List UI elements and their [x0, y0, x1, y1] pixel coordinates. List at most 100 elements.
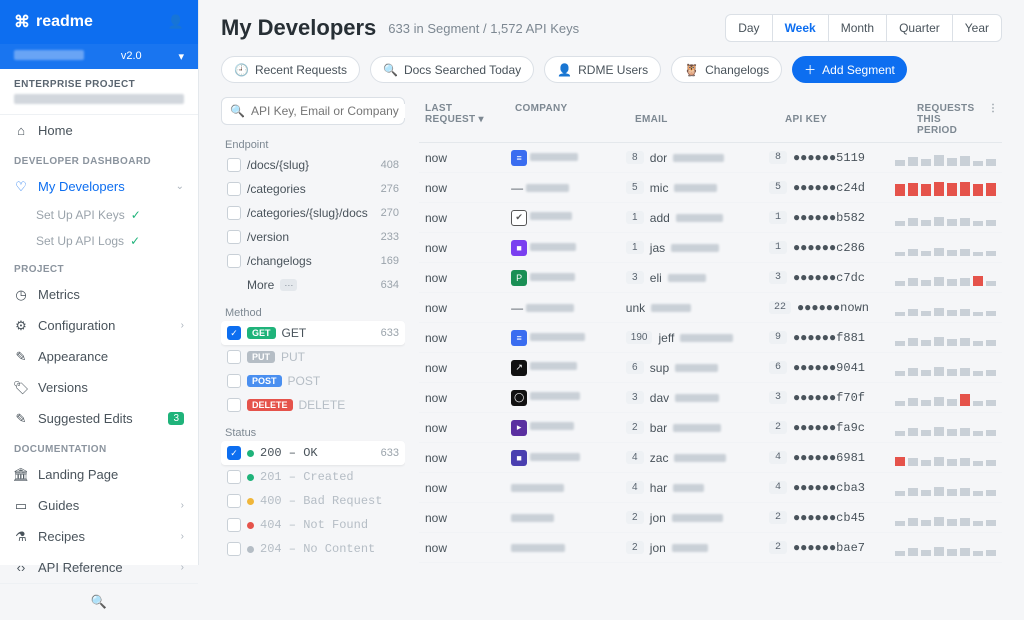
table-row[interactable]: now ■ 4zac 4●●●●●●6981 — [419, 443, 1002, 473]
nav-sub-api-logs[interactable]: Set Up API Logs✓ — [0, 228, 198, 254]
cell-last: now — [419, 421, 505, 435]
cell-apikey: 2●●●●●●fa9c — [763, 421, 889, 435]
col-email[interactable]: EMAIL — [629, 103, 779, 136]
col-requests[interactable]: REQUESTS THIS PERIOD — [911, 103, 982, 136]
cell-email: 2bar — [620, 421, 763, 435]
table-row[interactable]: now 2jon 2●●●●●●bae7 — [419, 533, 1002, 563]
sparkline — [895, 270, 996, 286]
table-row[interactable]: now ◯ 3dav 3●●●●●●f70f — [419, 383, 1002, 413]
nav-suggested-edits[interactable]: ✎Suggested Edits3 — [0, 403, 198, 434]
filter-row[interactable]: More ··· — [221, 561, 405, 565]
sidebar-search[interactable]: 🔍 — [0, 583, 198, 620]
filter-row[interactable]: /changelogs169 — [221, 249, 405, 273]
cell-email: 190jeff — [620, 331, 763, 345]
checkbox[interactable] — [227, 158, 241, 172]
table-row[interactable]: now ✔ 1add 1●●●●●●b582 — [419, 203, 1002, 233]
nav-guides[interactable]: ▭Guides› — [0, 490, 198, 521]
cell-requests — [889, 420, 1002, 436]
filter-row[interactable]: ✓200 – OK633 — [221, 441, 405, 465]
filter-row[interactable]: /version233 — [221, 225, 405, 249]
table-row[interactable]: now 4har 4●●●●●●cba3 — [419, 473, 1002, 503]
table-row[interactable]: now P 3eli 3●●●●●●c7dc — [419, 263, 1002, 293]
checkbox[interactable] — [227, 470, 241, 484]
project-name-blur — [14, 94, 184, 104]
search-input[interactable] — [251, 104, 405, 118]
cell-apikey: 5●●●●●●c24d — [763, 181, 889, 195]
table-row[interactable]: now — unk 22●●●●●●nown — [419, 293, 1002, 323]
checkbox[interactable] — [227, 542, 241, 556]
filter-row[interactable]: /categories/{slug}/docs270 — [221, 201, 405, 225]
chip-docs-searched-today[interactable]: 🔍Docs Searched Today — [370, 56, 534, 83]
time-quarter[interactable]: Quarter — [887, 15, 953, 41]
cell-email: 8dor — [620, 151, 763, 165]
cell-company: ≡ — [505, 330, 620, 346]
sparkline — [895, 360, 996, 376]
cell-email: unk — [620, 301, 763, 315]
table-row[interactable]: now ■ 1jas 1●●●●●●c286 — [419, 233, 1002, 263]
chip-changelogs[interactable]: 🦉Changelogs — [671, 56, 782, 83]
nav-configuration[interactable]: ⚙Configuration› — [0, 310, 198, 341]
project-block[interactable]: ENTERPRISE PROJECT — [0, 69, 198, 115]
chip-rdme-users[interactable]: 👤RDME Users — [544, 56, 661, 83]
nav-sub-api-keys[interactable]: Set Up API Keys✓ — [0, 202, 198, 228]
building-icon: 🏛 — [14, 468, 28, 482]
table-row[interactable]: now — 5mic 5●●●●●●c24d — [419, 173, 1002, 203]
search-box[interactable]: 🔍 — [221, 97, 405, 125]
filter-row[interactable]: POSTPOST — [221, 369, 405, 393]
nav-recipes[interactable]: ⚗Recipes› — [0, 521, 198, 552]
checkbox[interactable] — [227, 254, 241, 268]
filter-row[interactable]: 204 – No Content — [221, 537, 405, 561]
version-bar[interactable]: v2.0 ▾ — [0, 44, 198, 69]
filter-row[interactable]: PUTPUT — [221, 345, 405, 369]
time-week[interactable]: Week — [773, 15, 829, 41]
checkbox[interactable] — [227, 494, 241, 508]
cell-requests — [889, 360, 1002, 376]
filter-row[interactable]: /docs/{slug}408 — [221, 153, 405, 177]
checkbox[interactable] — [227, 374, 241, 388]
col-menu[interactable]: ⋮ — [982, 103, 1002, 136]
nav-my-developers[interactable]: ♡My Developers⌄ — [0, 171, 198, 202]
nav-metrics[interactable]: ◷Metrics — [0, 279, 198, 310]
checkbox[interactable] — [227, 398, 241, 412]
checkbox[interactable] — [227, 182, 241, 196]
checkbox[interactable] — [227, 518, 241, 532]
table-row[interactable]: now ≡ 190jeff 9●●●●●●f881 — [419, 323, 1002, 353]
nav-appearance[interactable]: ✎Appearance — [0, 341, 198, 372]
filter-row[interactable]: ✓GETGET633 — [221, 321, 405, 345]
col-last[interactable]: LAST REQUEST ▾ — [419, 103, 509, 136]
checkbox[interactable]: ✓ — [227, 446, 241, 460]
table-row[interactable]: now ↗ 6sup 6●●●●●●9041 — [419, 353, 1002, 383]
filter-row[interactable]: /categories276 — [221, 177, 405, 201]
filter-row[interactable]: DELETEDELETE — [221, 393, 405, 417]
table-row[interactable]: now ▸ 2bar 2●●●●●●fa9c — [419, 413, 1002, 443]
time-year[interactable]: Year — [953, 15, 1001, 41]
nav-home[interactable]: ⌂Home — [0, 115, 198, 146]
time-month[interactable]: Month — [829, 15, 887, 41]
chip-recent-requests[interactable]: 🕘Recent Requests — [221, 56, 360, 83]
col-company[interactable]: COMPANY — [509, 103, 629, 136]
add-segment-button[interactable]: ＋Add Segment — [792, 56, 907, 83]
checkbox[interactable] — [227, 206, 241, 220]
checkbox[interactable] — [227, 350, 241, 364]
time-day[interactable]: Day — [726, 15, 772, 41]
heart-icon: ♡ — [14, 180, 28, 194]
filter-row[interactable]: 201 – Created — [221, 465, 405, 489]
cell-last: now — [419, 541, 505, 555]
nav-versions[interactable]: 🏷Versions — [0, 372, 198, 403]
cell-email: 1add — [620, 211, 763, 225]
filter-row[interactable]: 400 – Bad Request — [221, 489, 405, 513]
nav-landing[interactable]: 🏛Landing Page — [0, 459, 198, 490]
checkbox[interactable]: ✓ — [227, 326, 241, 340]
col-key[interactable]: API KEY — [779, 103, 911, 136]
table-row[interactable]: now ≡ 8dor 8●●●●●●5119 — [419, 143, 1002, 173]
company-icon: ✔ — [511, 210, 527, 226]
email-count: 3 — [626, 271, 644, 284]
checkbox[interactable] — [227, 230, 241, 244]
user-icon[interactable]: 👤 — [168, 14, 184, 30]
filter-row[interactable]: More ···634 — [221, 273, 405, 297]
filter-row[interactable]: 404 – Not Found — [221, 513, 405, 537]
nav-api-reference[interactable]: ‹›API Reference› — [0, 552, 198, 583]
sidebar: ⌘ readme 👤 v2.0 ▾ ENTERPRISE PROJECT ⌂Ho… — [0, 0, 199, 565]
pencil-icon: ✎ — [14, 412, 28, 426]
table-row[interactable]: now 2jon 2●●●●●●cb45 — [419, 503, 1002, 533]
